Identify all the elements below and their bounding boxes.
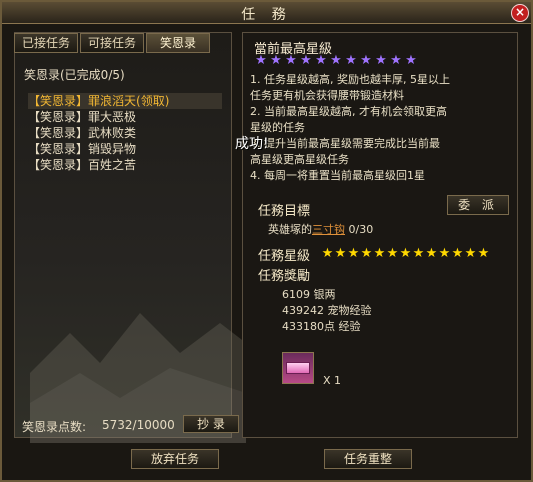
purple-star-icon: ★ [405, 53, 417, 68]
rule-line: 高星级更高星级任务 [250, 153, 349, 166]
gold-star-icon: ★ [373, 246, 386, 261]
purple-star-icon: ★ [315, 53, 327, 68]
quest-tag: 【笑恩录】 [28, 94, 89, 108]
reward-pet-exp: 439242 宠物经验 [282, 304, 372, 317]
reward-silver: 6109 银两 [282, 288, 336, 301]
dispatch-button[interactable]: 委 派 [447, 195, 509, 215]
purple-star-icon: ★ [390, 53, 402, 68]
purple-star-icon: ★ [345, 53, 357, 68]
reset-quest-button[interactable]: 任务重整 [324, 449, 412, 469]
gold-star-icon: ★ [464, 246, 477, 261]
rule-line: 星级的任务 [250, 121, 305, 134]
item-graphic [286, 362, 310, 374]
reward-label: 任務獎勵 [258, 269, 311, 284]
quest-tag: 【笑恩录】 [28, 142, 89, 156]
gold-star-icon: ★ [399, 246, 412, 261]
quest-name: 罪大恶极 [88, 110, 137, 124]
gold-star-icon: ★ [321, 246, 334, 261]
gold-star-icon: ★ [360, 246, 373, 261]
window-title: 任 務 [241, 7, 292, 23]
success-popup: 成功! [235, 136, 269, 152]
quest-name: 销毁异物 [88, 142, 137, 156]
quest-tag: 【笑恩录】 [28, 110, 89, 124]
target-prefix: 英雄塚的 [268, 223, 312, 236]
gold-star-icon: ★ [386, 246, 399, 261]
points-value: 5732/10000 [102, 418, 175, 432]
target-link[interactable]: 三寸钩 [312, 223, 345, 236]
list-item[interactable]: 【笑恩录】罪浪滔天(领取) [28, 93, 222, 109]
reward-item-qty: X 1 [323, 374, 342, 387]
rule-line: 1. 任务星级越高, 奖励也越丰厚, 5星以上 [250, 73, 450, 86]
star-label: 任務星級 [258, 249, 311, 264]
quest-name: 武林败类 [88, 126, 137, 140]
rule-line: 3. 提升当前最高星级需要完成比当前最 [250, 137, 440, 150]
points-label: 笑恩录点数: [22, 420, 87, 434]
gold-star-icon: ★ [425, 246, 438, 261]
gold-star-icon: ★ [334, 246, 347, 261]
target-progress: 0/30 [348, 223, 374, 236]
gold-star-icon: ★ [438, 246, 451, 261]
quest-tag: 【笑恩录】 [28, 126, 89, 140]
reward-item-icon[interactable] [282, 352, 314, 384]
rule-line: 2. 当前最高星级越高, 才有机会领取更高 [250, 105, 447, 118]
tab-accepted[interactable]: 已接任务 [14, 33, 78, 53]
quest-tag: 【笑恩录】 [28, 158, 89, 172]
gold-star-icon: ★ [451, 246, 464, 261]
tab-available[interactable]: 可接任务 [80, 33, 144, 53]
quest-name: 百姓之苦 [88, 158, 137, 172]
quest-list: 【笑恩录】罪浪滔天(领取) 【笑恩录】罪大恶极 【笑恩录】武林败类 【笑恩录】销… [28, 93, 222, 173]
rule-line: 4. 每周一将重置当前最高星级回1星 [250, 169, 425, 182]
tab-xiao-en-lu[interactable]: 笑恩录 [146, 33, 210, 53]
purple-star-icon: ★ [270, 53, 282, 68]
tab-bar: 已接任务 可接任务 笑恩录 [14, 33, 210, 53]
rule-line: 任务更有机会获得腰带锻造材料 [250, 89, 404, 102]
list-item[interactable]: 【笑恩录】销毁异物 [28, 141, 222, 157]
current-star-rating: ★ ★ ★ ★ ★ ★ ★ ★ ★ ★ ★ [254, 54, 514, 68]
copy-button[interactable]: 抄 录 [183, 415, 239, 433]
purple-star-icon: ★ [255, 53, 267, 68]
purple-star-icon: ★ [360, 53, 372, 68]
list-item[interactable]: 【笑恩录】武林败类 [28, 125, 222, 141]
purple-star-icon: ★ [285, 53, 297, 68]
target-line: 英雄塚的三寸钩 0/30 [268, 221, 373, 237]
title-bar: 任 務 × [2, 2, 531, 24]
purple-star-icon: ★ [375, 53, 387, 68]
purple-star-icon: ★ [330, 53, 342, 68]
rules-text: 1. 任务星级越高, 奖励也越丰厚, 5星以上 任务更有机会获得腰带锻造材料 2… [250, 72, 505, 184]
reward-exp: 433180点 经验 [282, 320, 361, 333]
list-title: 笑恩录(已完成0/5) [24, 68, 125, 82]
gold-star-icon: ★ [477, 246, 490, 261]
purple-star-icon: ★ [300, 53, 312, 68]
points-row: 笑恩录点数: 5732/10000 抄 录 [18, 415, 239, 435]
list-item[interactable]: 【笑恩录】罪大恶极 [28, 109, 222, 125]
quest-name: 罪浪滔天(领取) [88, 94, 170, 108]
target-label: 任務目標 [258, 204, 311, 219]
gold-star-icon: ★ [412, 246, 425, 261]
close-icon[interactable]: × [511, 4, 529, 22]
list-item[interactable]: 【笑恩录】百姓之苦 [28, 157, 222, 173]
gold-star-icon: ★ [347, 246, 360, 261]
quest-star-rating: ★ ★ ★ ★ ★ ★ ★ ★ ★ ★ ★ ★ ★ [321, 247, 490, 261]
abandon-quest-button[interactable]: 放弃任务 [131, 449, 219, 469]
